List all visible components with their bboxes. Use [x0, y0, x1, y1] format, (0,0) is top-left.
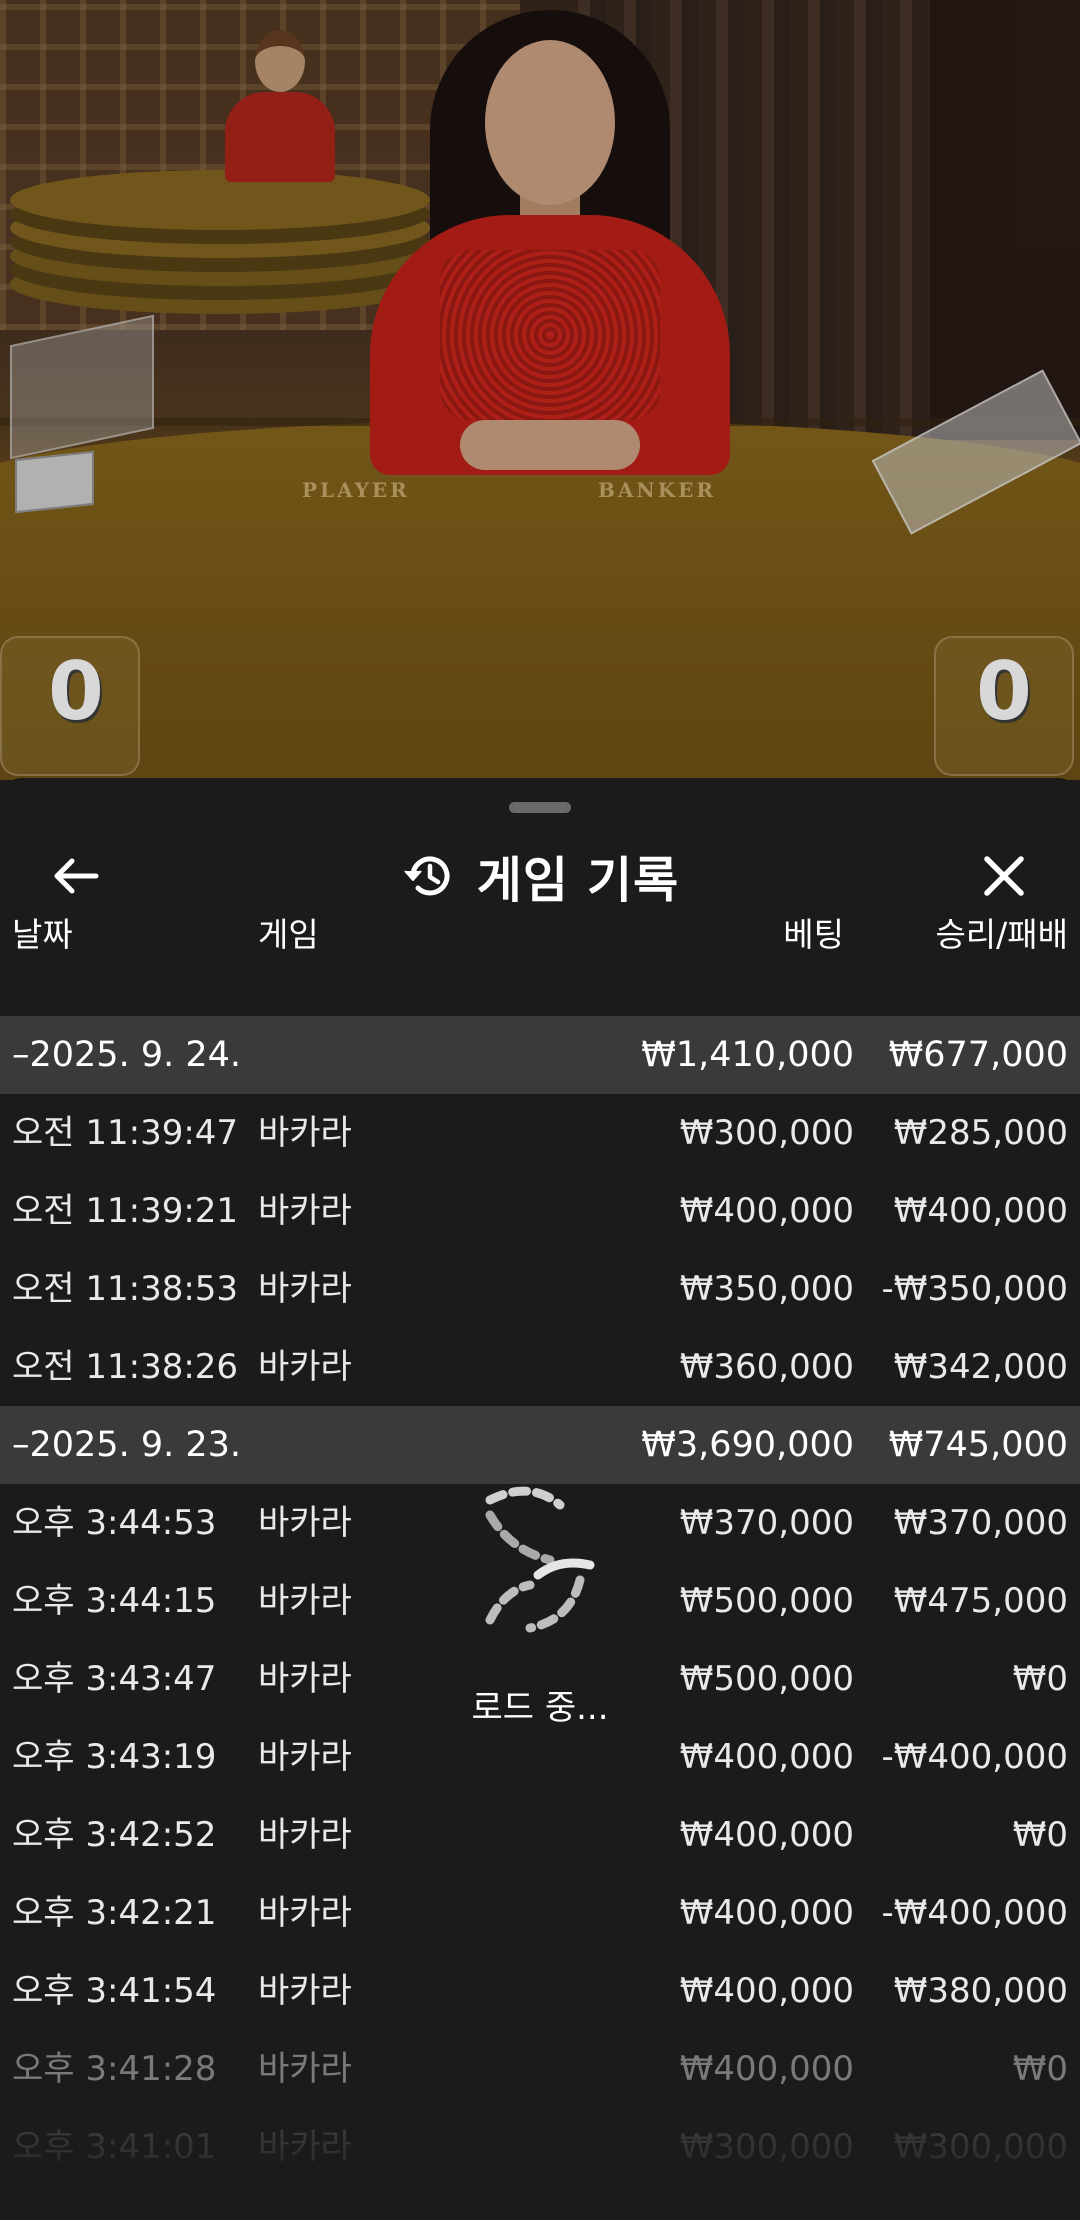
live-video-stream: PLAYER BANKER 0 0 — [0, 0, 1080, 780]
row-bet: ₩400,000 — [679, 1191, 854, 1231]
row-result: -₩400,000 — [881, 1893, 1069, 1933]
history-row: 오전 11:39:21 바카라 ₩400,000 ₩400,000 — [0, 1172, 1080, 1250]
row-date: 오전 11:38:53 — [12, 1269, 239, 1309]
loading-label-wrap: 로드 중... — [0, 1680, 1080, 1729]
row-game: 바카라 — [258, 1971, 352, 2011]
row-result: ₩475,000 — [893, 1581, 1068, 1621]
row-date: 오후 3:42:21 — [12, 1893, 217, 1933]
row-bet: ₩3,690,000 — [641, 1425, 854, 1465]
row-result: ₩677,000 — [888, 1035, 1068, 1075]
history-row: 오후 3:41:54 바카라 ₩400,000 ₩380,000 — [0, 1952, 1080, 2030]
row-result: ₩745,000 — [888, 1425, 1068, 1465]
row-bet: ₩370,000 — [679, 1503, 854, 1543]
row-game: 바카라 — [258, 1893, 352, 1933]
video-dim-overlay — [0, 0, 1080, 780]
sheet-drag-handle[interactable] — [509, 802, 571, 813]
row-date: 오전 11:38:26 — [12, 1347, 239, 1387]
loading-label: 로드 중... — [471, 1688, 609, 1728]
column-header-bet: 베팅 — [783, 915, 844, 954]
row-bet: ₩300,000 — [679, 1113, 854, 1153]
row-result: ₩342,000 — [893, 1347, 1068, 1387]
row-result: ₩380,000 — [893, 1971, 1068, 2011]
sheet-header: 게임 기록 — [0, 840, 1080, 912]
row-date: 오후 3:44:15 — [12, 1581, 217, 1621]
row-date: 오후 3:44:53 — [12, 1503, 217, 1543]
row-result: ₩285,000 — [893, 1113, 1068, 1153]
column-header-result: 승리/패배 — [935, 915, 1068, 954]
row-bet: ₩400,000 — [679, 2049, 854, 2089]
row-date: 오후 3:41:28 — [12, 2049, 217, 2089]
row-result: -₩350,000 — [881, 1269, 1069, 1309]
row-bet: ₩350,000 — [679, 1269, 854, 1309]
column-header-date: 날짜 — [12, 915, 73, 954]
row-game: 바카라 — [258, 1347, 352, 1387]
history-row: 오전 11:38:53 바카라 ₩350,000 -₩350,000 — [0, 1250, 1080, 1328]
history-row: 오후 3:43:19 바카라 ₩400,000 -₩400,000 — [0, 1718, 1080, 1796]
row-result: ₩400,000 — [893, 1191, 1068, 1231]
history-row: 오후 3:42:21 바카라 ₩400,000 -₩400,000 — [0, 1874, 1080, 1952]
row-result: ₩0 — [1012, 1815, 1068, 1855]
row-date: 오전 11:39:21 — [12, 1191, 239, 1231]
row-bet: ₩400,000 — [679, 1737, 854, 1777]
row-result: ₩370,000 — [893, 1503, 1068, 1543]
row-game: 바카라 — [258, 1269, 352, 1309]
row-game: 바카라 — [258, 1191, 352, 1231]
row-date: 오후 3:41:54 — [12, 1971, 217, 2011]
history-row: 오후 3:41:28 바카라 ₩400,000 ₩0 — [0, 2030, 1080, 2108]
row-bet: ₩360,000 — [679, 1347, 854, 1387]
row-date: –2025. 9. 24. — [12, 1035, 242, 1075]
row-date: 오후 3:42:52 — [12, 1815, 217, 1855]
history-row: 오전 11:38:26 바카라 ₩360,000 ₩342,000 — [0, 1328, 1080, 1406]
row-bet: ₩500,000 — [679, 1581, 854, 1621]
row-game: 바카라 — [258, 1737, 352, 1777]
date-group-row[interactable]: –2025. 9. 24. ₩1,410,000 ₩677,000 — [0, 1016, 1080, 1094]
sheet-title: 게임 기록 — [476, 851, 680, 909]
loading-spinner-icon — [485, 1486, 595, 1633]
close-button[interactable] — [972, 844, 1036, 908]
close-icon — [984, 856, 1024, 896]
row-bet: ₩1,410,000 — [641, 1035, 854, 1075]
row-bet: ₩400,000 — [679, 1893, 854, 1933]
column-header-game: 게임 — [258, 915, 319, 954]
row-bet: ₩400,000 — [679, 1815, 854, 1855]
row-date: 오후 3:43:19 — [12, 1737, 217, 1777]
row-game: 바카라 — [258, 1581, 352, 1621]
row-date: –2025. 9. 23. — [12, 1425, 242, 1465]
row-result: -₩400,000 — [881, 1737, 1069, 1777]
list-bottom-fade — [0, 2120, 1080, 2220]
row-game: 바카라 — [258, 2049, 352, 2089]
player-score: 0 — [48, 645, 104, 738]
row-game: 바카라 — [258, 1503, 352, 1543]
row-game: 바카라 — [258, 1113, 352, 1153]
row-date: 오전 11:39:47 — [12, 1113, 239, 1153]
history-row: 오후 3:42:52 바카라 ₩400,000 ₩0 — [0, 1796, 1080, 1874]
row-bet: ₩400,000 — [679, 1971, 854, 2011]
date-group-row[interactable]: –2025. 9. 23. ₩3,690,000 ₩745,000 — [0, 1406, 1080, 1484]
history-icon — [404, 856, 450, 896]
banker-score: 0 — [976, 645, 1032, 738]
row-result: ₩0 — [1012, 2049, 1068, 2089]
row-game: 바카라 — [258, 1815, 352, 1855]
history-row: 오전 11:39:47 바카라 ₩300,000 ₩285,000 — [0, 1094, 1080, 1172]
